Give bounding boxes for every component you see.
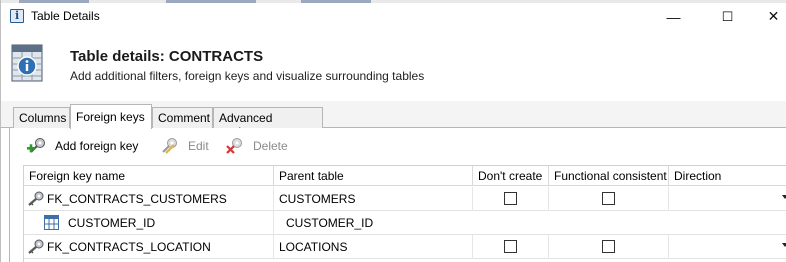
column-header-parent-table[interactable]: Parent table bbox=[274, 166, 473, 186]
foreign-keys-panel: Add foreign key Edit Delete Foreign key … bbox=[9, 128, 786, 262]
parent-column-cell: CUSTOMER_ID bbox=[286, 216, 374, 230]
tab-strip: Columns Foreign keys Comment Advanced se… bbox=[1, 101, 786, 139]
foreign-key-icon bbox=[27, 191, 45, 207]
column-header-fk-name[interactable]: Foreign key name bbox=[24, 166, 274, 186]
dont-create-checkbox[interactable] bbox=[504, 192, 517, 205]
minimize-button[interactable]: — bbox=[651, 3, 696, 30]
column-grid-icon bbox=[44, 215, 59, 230]
column-name-cell: CUSTOMER_ID bbox=[68, 211, 274, 235]
table-row[interactable]: CUSTOMER_ID CUSTOMER_ID bbox=[24, 211, 786, 235]
parent-table-cell: LOCATIONS bbox=[274, 235, 473, 259]
functional-consistent-checkbox[interactable] bbox=[602, 192, 615, 205]
tab-advanced-settings[interactable]: Advanced settings bbox=[213, 107, 323, 139]
functional-consistent-checkbox[interactable] bbox=[602, 240, 615, 253]
add-foreign-key-label: Add foreign key bbox=[55, 139, 139, 153]
dialog-header: Table details: CONTRACTS Add additional … bbox=[1, 30, 786, 100]
foreign-key-icon bbox=[27, 239, 45, 255]
dont-create-checkbox[interactable] bbox=[504, 240, 517, 253]
table-info-icon bbox=[11, 44, 43, 84]
fk-name-cell: FK_CONTRACTS_LOCATION bbox=[47, 235, 274, 259]
chevron-down-icon[interactable] bbox=[782, 195, 786, 199]
functional-consistent-cell bbox=[549, 235, 669, 259]
edit-label: Edit bbox=[188, 139, 209, 153]
title-bar[interactable]: Table Details — ☐ ✕ bbox=[1, 3, 786, 30]
tab-columns[interactable]: Columns bbox=[13, 107, 70, 128]
dont-create-cell bbox=[473, 235, 549, 259]
tab-foreign-keys[interactable]: Foreign keys bbox=[70, 104, 152, 129]
functional-consistent-cell bbox=[549, 187, 669, 211]
maximize-button[interactable]: ☐ bbox=[705, 3, 750, 30]
toolbar: Add foreign key Edit Delete bbox=[10, 128, 786, 162]
direction-dropdown[interactable] bbox=[669, 235, 786, 259]
add-key-icon bbox=[27, 137, 47, 155]
foreign-keys-grid: Foreign key name Parent table Don't crea… bbox=[23, 165, 786, 262]
edit-key-icon bbox=[160, 137, 180, 155]
direction-dropdown[interactable] bbox=[669, 187, 786, 211]
dont-create-cell bbox=[473, 187, 549, 211]
page-title: Table details: CONTRACTS bbox=[70, 48, 264, 65]
column-header-direction[interactable]: Direction bbox=[669, 166, 786, 186]
fk-name-cell: FK_CONTRACTS_CUSTOMERS bbox=[47, 187, 274, 211]
parent-table-cell: CUSTOMERS bbox=[274, 187, 473, 211]
add-foreign-key-button[interactable]: Add foreign key bbox=[27, 136, 138, 156]
delete-key-icon bbox=[225, 137, 245, 155]
grid-header: Foreign key name Parent table Don't crea… bbox=[24, 166, 786, 186]
column-header-dont-create[interactable]: Don't create bbox=[473, 166, 549, 186]
column-header-functional-consistent[interactable]: Functional consistent bbox=[549, 166, 669, 186]
edit-button[interactable]: Edit bbox=[160, 136, 209, 156]
close-button[interactable]: ✕ bbox=[751, 3, 786, 30]
page-subtitle: Add additional filters, foreign keys and… bbox=[70, 69, 425, 83]
delete-button[interactable]: Delete bbox=[225, 136, 288, 156]
delete-label: Delete bbox=[253, 139, 288, 153]
tab-comment[interactable]: Comment bbox=[152, 107, 213, 128]
table-row[interactable]: FK_CONTRACTS_LOCATION LOCATIONS bbox=[24, 235, 786, 259]
app-info-icon bbox=[10, 9, 24, 23]
window-title: Table Details bbox=[31, 9, 100, 23]
table-details-window: Table Details — ☐ ✕ Table details: CONTR… bbox=[0, 0, 786, 262]
table-row[interactable]: FK_CONTRACTS_CUSTOMERS CUSTOMERS bbox=[24, 187, 786, 211]
chevron-down-icon[interactable] bbox=[782, 243, 786, 247]
